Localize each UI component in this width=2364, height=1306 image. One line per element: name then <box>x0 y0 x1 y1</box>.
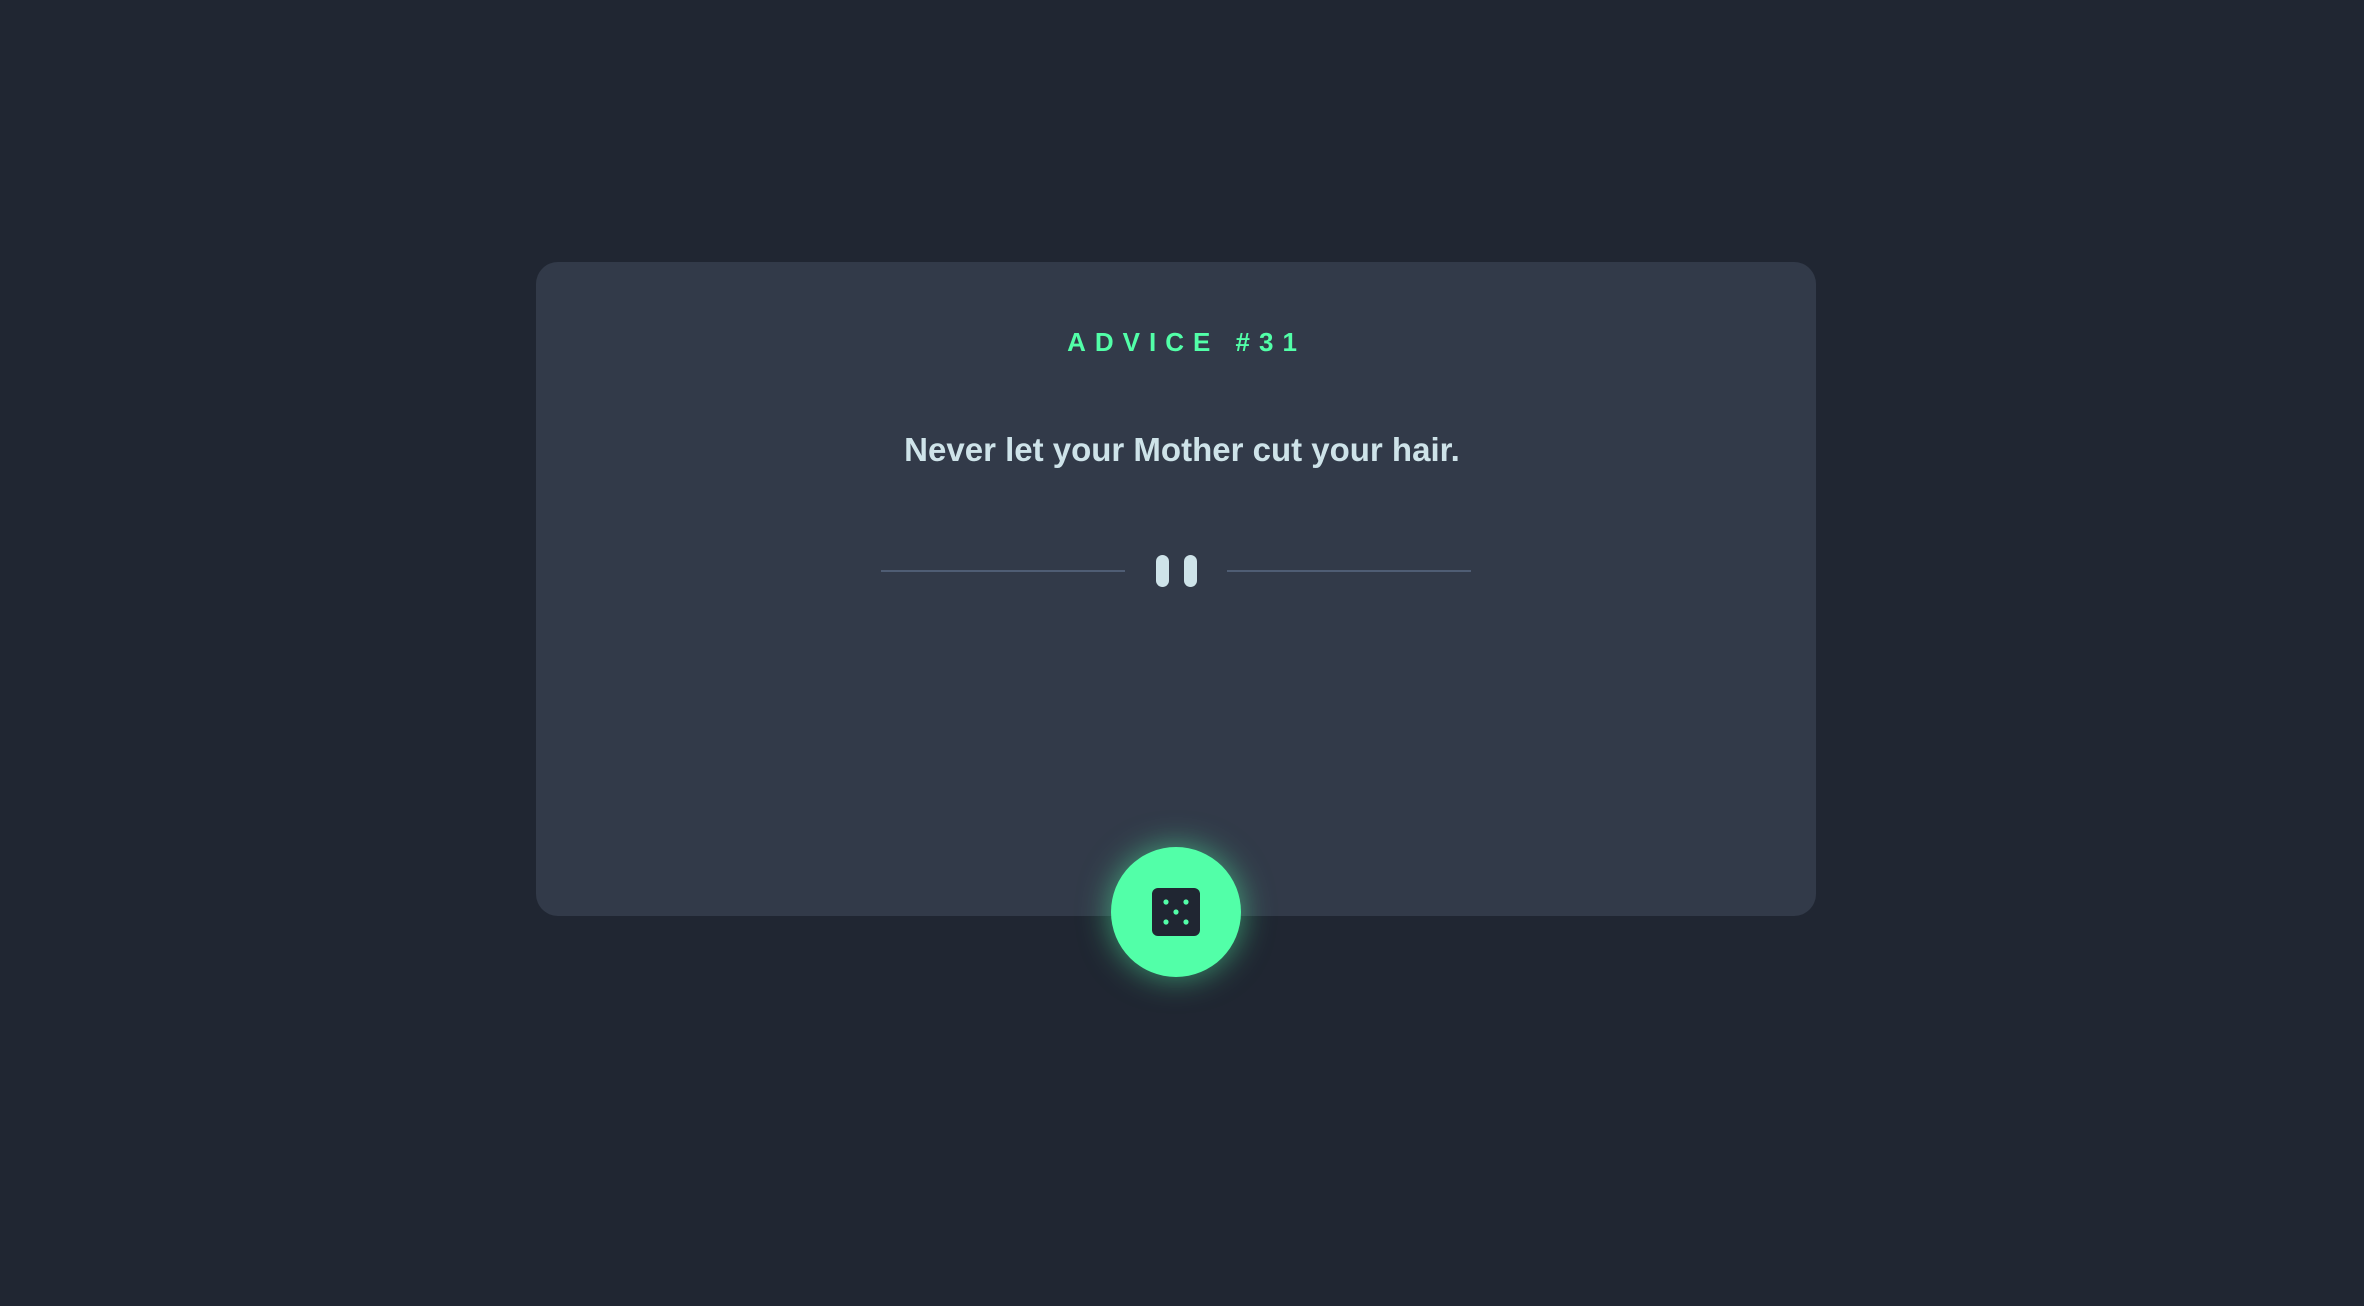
advice-id-label: ADVICE #31 <box>1067 327 1306 357</box>
pause-bar-right <box>1184 555 1197 587</box>
dice-button[interactable] <box>1111 847 1241 977</box>
advice-card <box>536 262 1816 916</box>
pause-bar-left <box>1156 555 1169 587</box>
advice-quote: Never let your Mother cut your hair. <box>904 431 1460 468</box>
dice-icon <box>1152 888 1200 936</box>
divider-line-left <box>881 570 1125 572</box>
divider-line-right <box>1227 570 1471 572</box>
